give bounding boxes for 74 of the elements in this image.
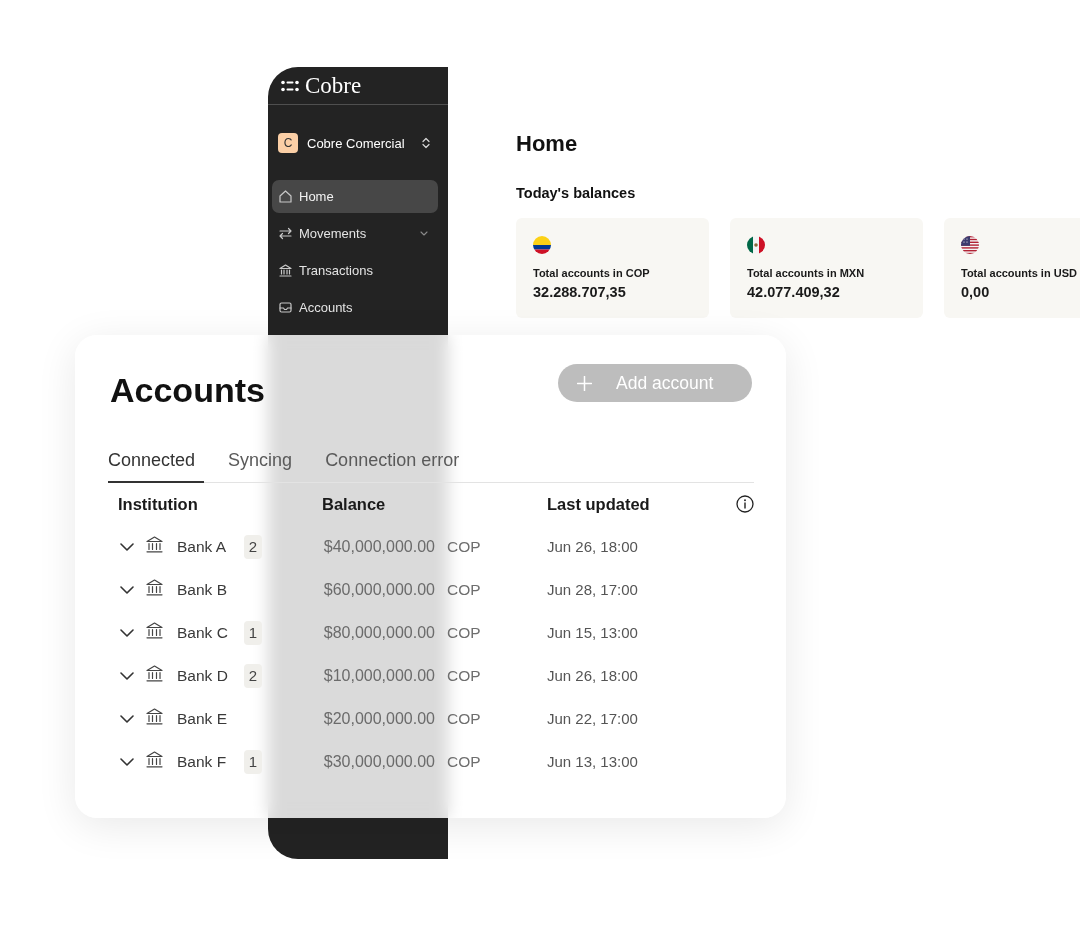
chevron-down-icon[interactable] [120, 714, 134, 723]
bank-icon [146, 665, 163, 682]
account-count-badge: 2 [244, 534, 262, 559]
balance-value: 42.077.409,32 [747, 283, 841, 301]
last-updated: Jun 26, 18:00 [547, 667, 639, 684]
balance-amount: $20,000,000.00 [323, 709, 435, 728]
institution-name: Bank E [177, 709, 228, 728]
workspace-selector[interactable]: C Cobre Comercial [278, 131, 430, 155]
home-icon [279, 190, 292, 203]
currency-code: COP [446, 580, 482, 599]
workspace-name: Cobre Comercial [307, 135, 406, 151]
nav-item[interactable]: Accounts [272, 291, 438, 324]
institution-name: Bank F [177, 752, 228, 771]
chevron-down-icon[interactable] [120, 757, 134, 766]
tab[interactable]: Connected [108, 449, 205, 483]
mexico-flag-icon [747, 236, 765, 254]
page-title: Home [516, 130, 579, 158]
colombia-flag-icon [533, 236, 551, 254]
tab[interactable]: Syncing [228, 449, 302, 483]
column-header: Institution [118, 494, 199, 514]
balance-amount: $40,000,000.00 [323, 537, 435, 556]
account-count-badge: 1 [244, 749, 262, 774]
last-updated: Jun 13, 13:00 [547, 753, 639, 770]
tab[interactable]: Connection error [325, 449, 469, 483]
last-updated: Jun 28, 17:00 [547, 581, 639, 598]
bank-icon [146, 622, 163, 639]
workspace-avatar: C [278, 133, 298, 153]
last-updated: Jun 15, 13:00 [547, 624, 639, 641]
nav-item[interactable]: Movements [272, 217, 438, 250]
chevron-down-icon[interactable] [120, 671, 134, 680]
up-down-chevron-icon [422, 137, 430, 149]
nav-item[interactable]: Home [272, 180, 438, 213]
column-header: Balance [322, 494, 387, 514]
bank-icon [146, 708, 163, 725]
column-header: Last updated [547, 494, 651, 514]
balance-amount: $60,000,000.00 [323, 580, 435, 599]
card-title: Accounts [110, 370, 265, 410]
balance-value: 0,00 [961, 283, 991, 301]
us-flag-icon [961, 236, 979, 254]
balance-amount: $10,000,000.00 [323, 666, 435, 685]
institution-name: Bank B [177, 580, 228, 599]
currency-code: COP [446, 537, 482, 556]
balance-value: 32.288.707,35 [533, 283, 627, 301]
bank-icon [279, 264, 292, 277]
balance-label: Total accounts in COP [533, 266, 651, 280]
account-count-badge: 1 [244, 620, 262, 645]
institution-name: Bank D [177, 666, 229, 685]
currency-code: COP [446, 709, 482, 728]
balance-amount: $80,000,000.00 [323, 623, 435, 642]
balance-amount: $30,000,000.00 [323, 752, 435, 771]
plus-icon [577, 375, 592, 391]
chevron-down-icon[interactable] [120, 628, 134, 637]
section-title: Today's balances [516, 184, 637, 203]
account-count-badge: 2 [244, 663, 262, 688]
currency-code: COP [446, 623, 482, 642]
inbox-icon [279, 301, 292, 314]
balance-label: Total accounts in USD [961, 266, 1078, 280]
institution-name: Bank C [177, 623, 229, 642]
last-updated: Jun 26, 18:00 [547, 538, 639, 555]
swap-arrows-icon [279, 227, 292, 240]
bank-icon [146, 751, 163, 768]
logo-icon [281, 79, 299, 92]
bank-icon [146, 579, 163, 596]
info-icon[interactable] [736, 495, 754, 513]
balance-label: Total accounts in MXN [747, 266, 866, 280]
last-updated: Jun 22, 17:00 [547, 710, 639, 727]
logo-text: Cobre [305, 71, 362, 100]
institution-name: Bank A [177, 537, 228, 556]
chevron-down-icon[interactable] [120, 542, 134, 551]
currency-code: COP [446, 752, 482, 771]
nav-item[interactable]: Transactions [272, 254, 438, 287]
currency-code: COP [446, 666, 482, 685]
bank-icon [146, 536, 163, 553]
chevron-down-icon[interactable] [120, 585, 134, 594]
